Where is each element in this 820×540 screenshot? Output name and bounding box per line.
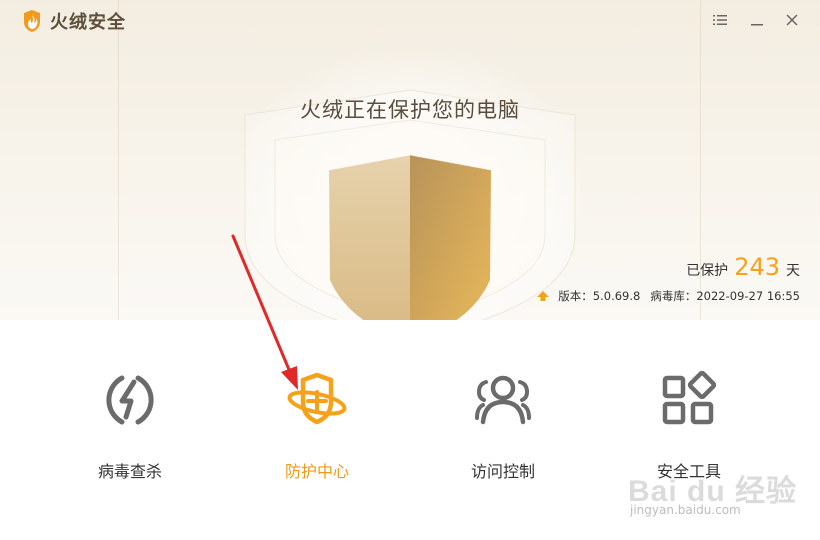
menu-icon	[713, 15, 727, 25]
menu-button[interactable]	[708, 9, 732, 31]
version-info: 版本： 5.0.69.8 病毒库： 2022-09-27 16:55	[536, 288, 800, 304]
tool-protection-center[interactable]: 防护中心	[247, 370, 387, 490]
watermark-url: jingyan.baidu.com	[630, 503, 741, 517]
users-icon	[475, 375, 531, 425]
tool-label: 防护中心	[284, 462, 349, 481]
apps-grid-icon	[662, 370, 717, 425]
protected-days: 已保护 243 天	[686, 253, 800, 281]
decor-line	[118, 0, 119, 320]
lightning-circle-icon	[106, 375, 154, 425]
tool-access-control[interactable]: 访问控制	[433, 370, 573, 490]
title-bar: 火绒安全	[0, 0, 820, 40]
protected-days-count: 243	[734, 253, 780, 281]
tool-label: 病毒查杀	[97, 462, 162, 481]
tool-virus-scan[interactable]: 病毒查杀	[60, 370, 200, 490]
minimize-icon	[751, 24, 763, 26]
protected-days-prefix: 已保护	[686, 263, 729, 279]
tool-label: 访问控制	[470, 462, 535, 481]
virus-db-value: 2022-09-27 16:55	[696, 289, 800, 303]
version-label: 版本：	[558, 289, 593, 303]
protection-status-title: 火绒正在保护您的电脑	[300, 98, 520, 122]
shield-orbit-icon	[287, 372, 347, 425]
upgrade-icon[interactable]	[536, 290, 550, 302]
version-value: 5.0.69.8	[592, 289, 641, 303]
protected-days-suffix: 天	[786, 263, 800, 279]
close-icon	[786, 14, 798, 26]
close-button[interactable]	[780, 9, 804, 31]
minimize-button[interactable]	[745, 9, 769, 31]
app-logo: 火绒安全	[22, 8, 126, 34]
app-title: 火绒安全	[50, 12, 126, 33]
virus-db-label: 病毒库：	[650, 289, 697, 303]
flame-logo-icon	[24, 10, 40, 32]
